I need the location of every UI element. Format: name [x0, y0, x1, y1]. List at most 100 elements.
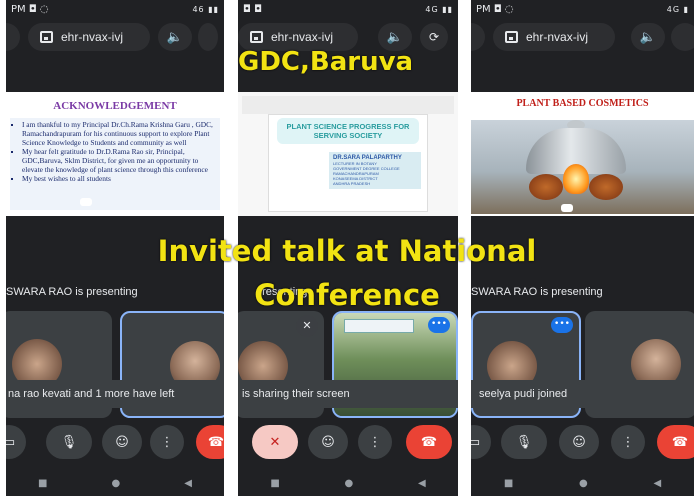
status-left: ◘ ◘	[243, 3, 262, 15]
camera-flip-button[interactable]	[671, 23, 694, 51]
home-icon[interactable]: ●	[579, 478, 588, 489]
shared-screen: PLANT BASED COSMETICS	[471, 92, 694, 216]
dots-icon: •••	[554, 319, 570, 329]
speaker-button[interactable]: 🔈	[631, 23, 665, 51]
back-icon[interactable]: ◀	[184, 478, 192, 489]
signal-indicator: 4G ▮▮	[425, 4, 453, 14]
more-icon: ⋮	[368, 434, 382, 450]
back-button[interactable]	[471, 23, 485, 51]
calendar-icon	[250, 31, 263, 43]
slide-title: PLANT SCIENCE PROGRESS FOR SERVING SOCIE…	[277, 118, 419, 144]
end-call-button[interactable]: ☎	[406, 425, 452, 459]
recents-icon[interactable]: ■	[270, 478, 279, 489]
clay-pot	[529, 174, 563, 200]
emoji-icon: ☺	[115, 434, 129, 450]
meeting-code-chip[interactable]: ehr-nvax-ivj	[493, 23, 615, 51]
calendar-icon	[40, 31, 53, 43]
end-call-icon: ☎	[420, 434, 438, 450]
bullet-2: My hear felt gratitude to Dr.D.Rama Rao …	[22, 147, 216, 174]
android-nav-bar: ■ ● ◀	[6, 470, 224, 496]
back-icon[interactable]: ◀	[418, 478, 426, 489]
talk-caption-line-1: Invited talk at National	[157, 234, 537, 268]
muted-indicator: ✕	[296, 315, 318, 337]
mic-off-button[interactable]: ✕	[252, 425, 298, 459]
presenter-line: ANDHRA PRADESH	[333, 181, 371, 186]
status-bar: PM ◘ ◌ 4G ▮	[471, 0, 694, 18]
mic-button[interactable]: 🎙	[501, 425, 547, 459]
mic-off-icon: ✕	[302, 319, 312, 332]
shared-screen: ACKNOWLEDGEMENT I am thankful to my Prin…	[6, 92, 224, 216]
bullet-3: My best wishes to all students	[22, 174, 216, 183]
camera-flip-button[interactable]: ⟳	[420, 23, 448, 51]
more-options-button[interactable]: ⋮	[150, 425, 184, 459]
signal-indicator: 4G ▮	[666, 4, 689, 14]
mic-icon: 🎙	[60, 434, 78, 450]
meeting-code-chip[interactable]: ehr-nvax-ivj	[28, 23, 150, 51]
meeting-bar: ehr-nvax-ivj 🔈	[6, 22, 218, 52]
distillation-photo	[471, 120, 694, 214]
recents-icon[interactable]: ■	[38, 478, 47, 489]
meeting-bar: ehr-nvax-ivj 🔈	[471, 22, 694, 52]
end-call-icon: ☎	[671, 434, 689, 450]
back-button[interactable]	[6, 23, 20, 51]
camera-button[interactable]: ▭	[6, 425, 26, 459]
mic-off-icon: ✕	[269, 434, 281, 450]
more-icon: ⋮	[621, 434, 635, 450]
speaker-icon: 🔈	[386, 29, 404, 45]
status-left: PM ◘ ◌	[11, 3, 49, 15]
slide-title: ACKNOWLEDGEMENT	[53, 100, 177, 112]
end-call-icon: ☎	[207, 434, 224, 450]
more-options-button[interactable]: ⋮	[358, 425, 392, 459]
reactions-button[interactable]: ☺	[308, 425, 348, 459]
flip-camera-icon: ⟳	[428, 30, 440, 44]
dots-icon: •••	[431, 319, 447, 329]
slide-title: PLANT BASED COSMETICS	[516, 98, 649, 109]
shared-screen: PLANT SCIENCE PROGRESS FOR SERVING SOCIE…	[238, 92, 458, 216]
camera-flip-button[interactable]	[198, 23, 218, 51]
emoji-icon: ☺	[572, 434, 586, 450]
presenting-strip[interactable]	[561, 204, 573, 212]
audio-indicator: •••	[551, 317, 573, 333]
calendar-icon	[505, 31, 518, 43]
home-icon[interactable]: ●	[112, 478, 121, 489]
bullet-1: I am thankful to my Principal Dr.Ch.Rama…	[22, 120, 216, 147]
more-options-button[interactable]: ⋮	[611, 425, 645, 459]
android-nav-bar: ■ ● ◀	[471, 470, 694, 496]
reactions-button[interactable]: ☺	[102, 425, 142, 459]
end-call-button[interactable]: ☎	[196, 425, 224, 459]
audio-indicator: •••	[428, 317, 450, 333]
reactions-button[interactable]: ☺	[559, 425, 599, 459]
meeting-code: ehr-nvax-ivj	[61, 30, 124, 44]
signal-indicator: 46 ▮▮	[192, 4, 219, 14]
back-icon[interactable]: ◀	[653, 478, 661, 489]
presenting-strip[interactable]	[80, 198, 92, 206]
notification-toast: is sharing their screen	[238, 380, 458, 408]
conference-slide: PLANT SCIENCE PROGRESS FOR SERVING SOCIE…	[268, 114, 428, 212]
talk-caption-line-2: Conference	[254, 278, 440, 312]
classroom-banner	[344, 319, 414, 333]
clay-pot	[589, 174, 623, 200]
camera-icon: ▭	[471, 434, 481, 450]
status-bar: ◘ ◘ 4G ▮▮	[238, 0, 458, 18]
notification-toast: na rao kevati and 1 more have left	[6, 380, 224, 408]
speaker-icon: 🔈	[639, 29, 657, 45]
camera-icon: ▭	[6, 434, 16, 450]
college-caption: GDC,Baruva	[238, 47, 414, 77]
end-call-button[interactable]: ☎	[657, 425, 694, 459]
more-icon: ⋮	[160, 434, 174, 450]
presenter-details: DR.SARA PALAPARTHY LECTURER IN BOTANY GO…	[329, 152, 421, 189]
speaker-button[interactable]: 🔈	[158, 23, 192, 51]
meeting-code: ehr-nvax-ivj	[526, 30, 589, 44]
browser-toolbar	[242, 96, 454, 114]
acknowledgement-text: I am thankful to my Principal Dr.Ch.Rama…	[10, 118, 220, 210]
mic-icon: 🎙	[515, 434, 533, 450]
status-bar: PM ◘ ◌ 46 ▮▮	[6, 0, 224, 18]
emoji-icon: ☺	[321, 434, 335, 450]
fire-flame	[563, 164, 589, 194]
home-icon[interactable]: ●	[345, 478, 354, 489]
speaker-icon: 🔈	[166, 29, 184, 45]
recents-icon[interactable]: ■	[504, 478, 513, 489]
mic-button[interactable]: 🎙	[46, 425, 92, 459]
camera-button[interactable]: ▭	[471, 425, 491, 459]
android-nav-bar: ■ ● ◀	[238, 470, 458, 496]
